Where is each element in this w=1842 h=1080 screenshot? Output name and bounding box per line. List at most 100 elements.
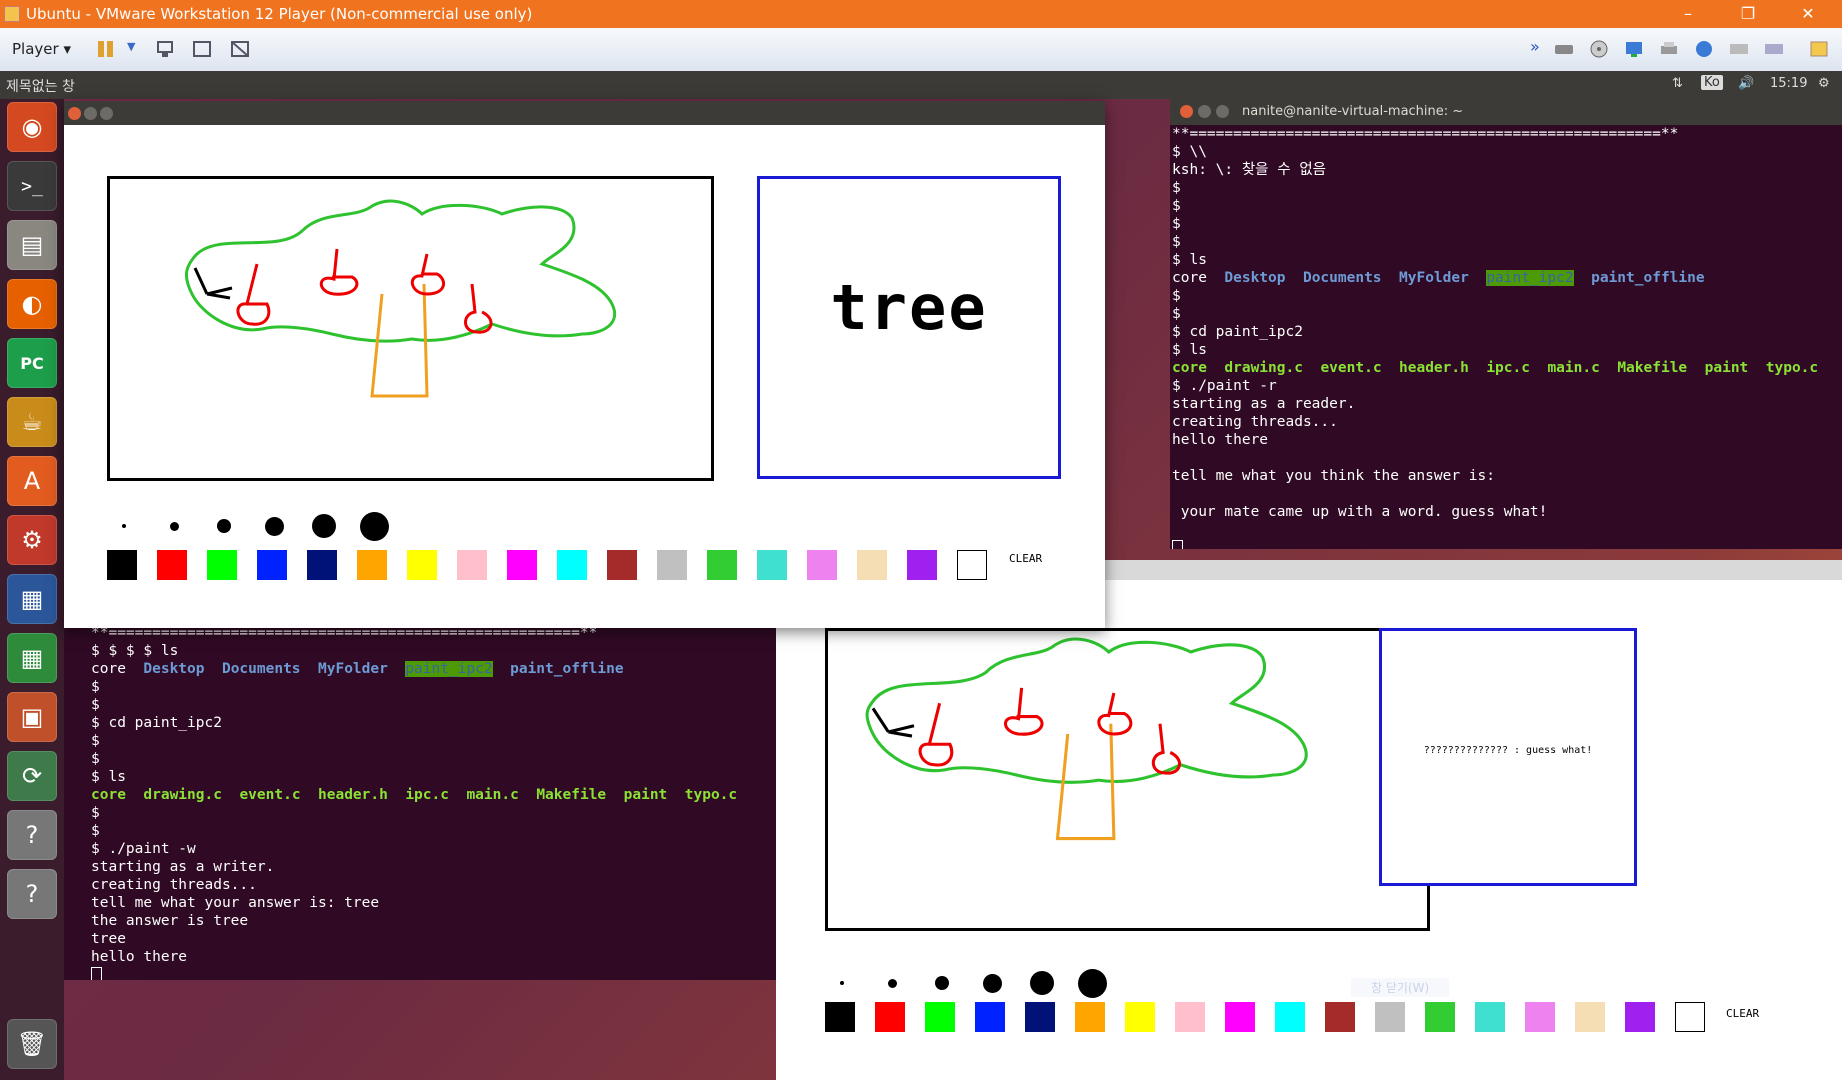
color-swatch[interactable] bbox=[407, 550, 437, 580]
brush-size-5[interactable] bbox=[312, 514, 336, 538]
color-swatch[interactable] bbox=[557, 550, 587, 580]
color-swatch[interactable] bbox=[1275, 1002, 1305, 1032]
teapot-icon[interactable]: ☕ bbox=[7, 397, 57, 447]
unknown-app-icon[interactable]: ? bbox=[7, 869, 57, 919]
hard-disk-icon[interactable] bbox=[1553, 39, 1575, 59]
terminal-icon[interactable]: >_ bbox=[7, 161, 57, 211]
pycharm-icon[interactable]: PC bbox=[7, 338, 57, 388]
pause-icon[interactable] bbox=[95, 39, 117, 59]
trash-icon[interactable]: 🗑 bbox=[7, 1019, 57, 1069]
brush-size-6[interactable] bbox=[359, 511, 389, 541]
color-swatch[interactable] bbox=[857, 550, 887, 580]
color-swatch[interactable] bbox=[107, 550, 137, 580]
color-swatch[interactable] bbox=[1125, 1002, 1155, 1032]
writer-icon[interactable]: ▦ bbox=[7, 574, 57, 624]
printer-icon[interactable] bbox=[1658, 39, 1680, 59]
send-ctrl-alt-del-icon[interactable] bbox=[154, 39, 176, 59]
color-swatch[interactable] bbox=[707, 550, 737, 580]
brush-size-1[interactable] bbox=[840, 981, 844, 985]
color-swatch[interactable] bbox=[975, 1002, 1005, 1032]
settings-gear-icon[interactable]: ⚙ bbox=[1818, 76, 1830, 91]
reader-drawing-canvas[interactable] bbox=[825, 628, 1430, 931]
fullscreen-icon[interactable] bbox=[191, 39, 213, 59]
software-updater-icon[interactable]: ⟳ bbox=[7, 751, 57, 801]
firefox-icon[interactable]: ◐ bbox=[7, 279, 57, 329]
color-swatch[interactable] bbox=[207, 550, 237, 580]
impress-icon[interactable]: ▣ bbox=[7, 692, 57, 742]
color-swatch[interactable] bbox=[507, 550, 537, 580]
more-icon[interactable]: » bbox=[1530, 37, 1540, 56]
color-swatch[interactable] bbox=[907, 550, 937, 580]
unknown-app-icon[interactable]: ? bbox=[7, 810, 57, 860]
reader-terminal-output[interactable]: **======================================… bbox=[1170, 125, 1842, 549]
brush-size-4[interactable] bbox=[982, 973, 1002, 993]
minimize-icon[interactable] bbox=[84, 107, 97, 120]
usb-icon[interactable] bbox=[1693, 39, 1715, 59]
brush-size-4[interactable] bbox=[264, 516, 284, 536]
color-swatch[interactable] bbox=[357, 550, 387, 580]
color-swatch[interactable] bbox=[1225, 1002, 1255, 1032]
pause-dropdown-icon[interactable]: ▼ bbox=[127, 40, 135, 53]
close-icon[interactable] bbox=[1180, 105, 1193, 118]
brush-size-2[interactable] bbox=[887, 978, 897, 988]
color-swatch[interactable] bbox=[1575, 1002, 1605, 1032]
writer-drawing-canvas[interactable] bbox=[107, 176, 714, 481]
color-swatch[interactable] bbox=[657, 550, 687, 580]
volume-icon[interactable]: 🔊 bbox=[1738, 76, 1754, 91]
system-settings-icon[interactable]: ⚙ bbox=[7, 515, 57, 565]
network-indicator-icon[interactable]: ⇅ bbox=[1672, 76, 1683, 91]
color-swatch[interactable] bbox=[925, 1002, 955, 1032]
color-swatch[interactable] bbox=[457, 550, 487, 580]
calc-icon[interactable]: ▦ bbox=[7, 633, 57, 683]
color-swatch[interactable] bbox=[757, 550, 787, 580]
terminal-text: $ bbox=[91, 697, 100, 713]
brush-size-3[interactable] bbox=[935, 976, 949, 990]
color-swatch[interactable] bbox=[1675, 1002, 1705, 1032]
color-swatch[interactable] bbox=[875, 1002, 905, 1032]
writer-terminal-output[interactable]: **======================================… bbox=[64, 600, 812, 980]
message-log-icon[interactable] bbox=[1808, 39, 1830, 59]
color-swatch[interactable] bbox=[825, 1002, 855, 1032]
color-swatch[interactable] bbox=[157, 550, 187, 580]
display-icon[interactable] bbox=[1728, 39, 1750, 59]
color-swatch[interactable] bbox=[1025, 1002, 1055, 1032]
sound-card-icon[interactable] bbox=[1763, 39, 1785, 59]
software-center-icon[interactable]: A bbox=[7, 456, 57, 506]
brush-size-2[interactable] bbox=[169, 521, 179, 531]
unity-mode-icon[interactable] bbox=[229, 39, 251, 59]
color-swatch[interactable] bbox=[257, 550, 287, 580]
color-swatch[interactable] bbox=[1175, 1002, 1205, 1032]
color-swatch[interactable] bbox=[1375, 1002, 1405, 1032]
color-swatch[interactable] bbox=[607, 550, 637, 580]
minimize-icon[interactable] bbox=[1198, 105, 1211, 118]
color-swatch[interactable] bbox=[307, 550, 337, 580]
color-swatch[interactable] bbox=[1475, 1002, 1505, 1032]
maximize-icon[interactable] bbox=[100, 107, 113, 120]
color-swatch[interactable] bbox=[1625, 1002, 1655, 1032]
clear-button[interactable]: CLEAR bbox=[1009, 552, 1042, 565]
player-menu[interactable]: Player ▾ bbox=[12, 40, 71, 58]
color-swatch[interactable] bbox=[807, 550, 837, 580]
color-swatch[interactable] bbox=[1325, 1002, 1355, 1032]
close-button[interactable]: ✕ bbox=[1785, 2, 1831, 26]
color-swatch[interactable] bbox=[1525, 1002, 1555, 1032]
minimize-button[interactable]: – bbox=[1665, 2, 1711, 26]
files-icon[interactable]: ▤ bbox=[7, 220, 57, 270]
color-swatch[interactable] bbox=[1075, 1002, 1105, 1032]
brush-size-5[interactable] bbox=[1030, 971, 1054, 995]
keyboard-indicator[interactable]: Ko bbox=[1701, 75, 1723, 90]
clock[interactable]: 15:19 bbox=[1770, 76, 1807, 91]
network-adapter-icon[interactable] bbox=[1623, 39, 1645, 59]
ubuntu-dash-icon[interactable]: ◉ bbox=[7, 102, 57, 152]
brush-size-3[interactable] bbox=[217, 519, 231, 533]
brush-size-6[interactable] bbox=[1077, 968, 1107, 998]
cd-drive-icon[interactable] bbox=[1588, 39, 1610, 59]
maximize-icon[interactable] bbox=[1216, 105, 1229, 118]
color-swatch[interactable] bbox=[1425, 1002, 1455, 1032]
clear-button[interactable]: CLEAR bbox=[1726, 1007, 1759, 1020]
color-swatch[interactable] bbox=[957, 550, 987, 580]
brush-size-1[interactable] bbox=[122, 524, 126, 528]
restore-button[interactable]: ❐ bbox=[1725, 2, 1771, 26]
close-icon[interactable] bbox=[68, 107, 81, 120]
